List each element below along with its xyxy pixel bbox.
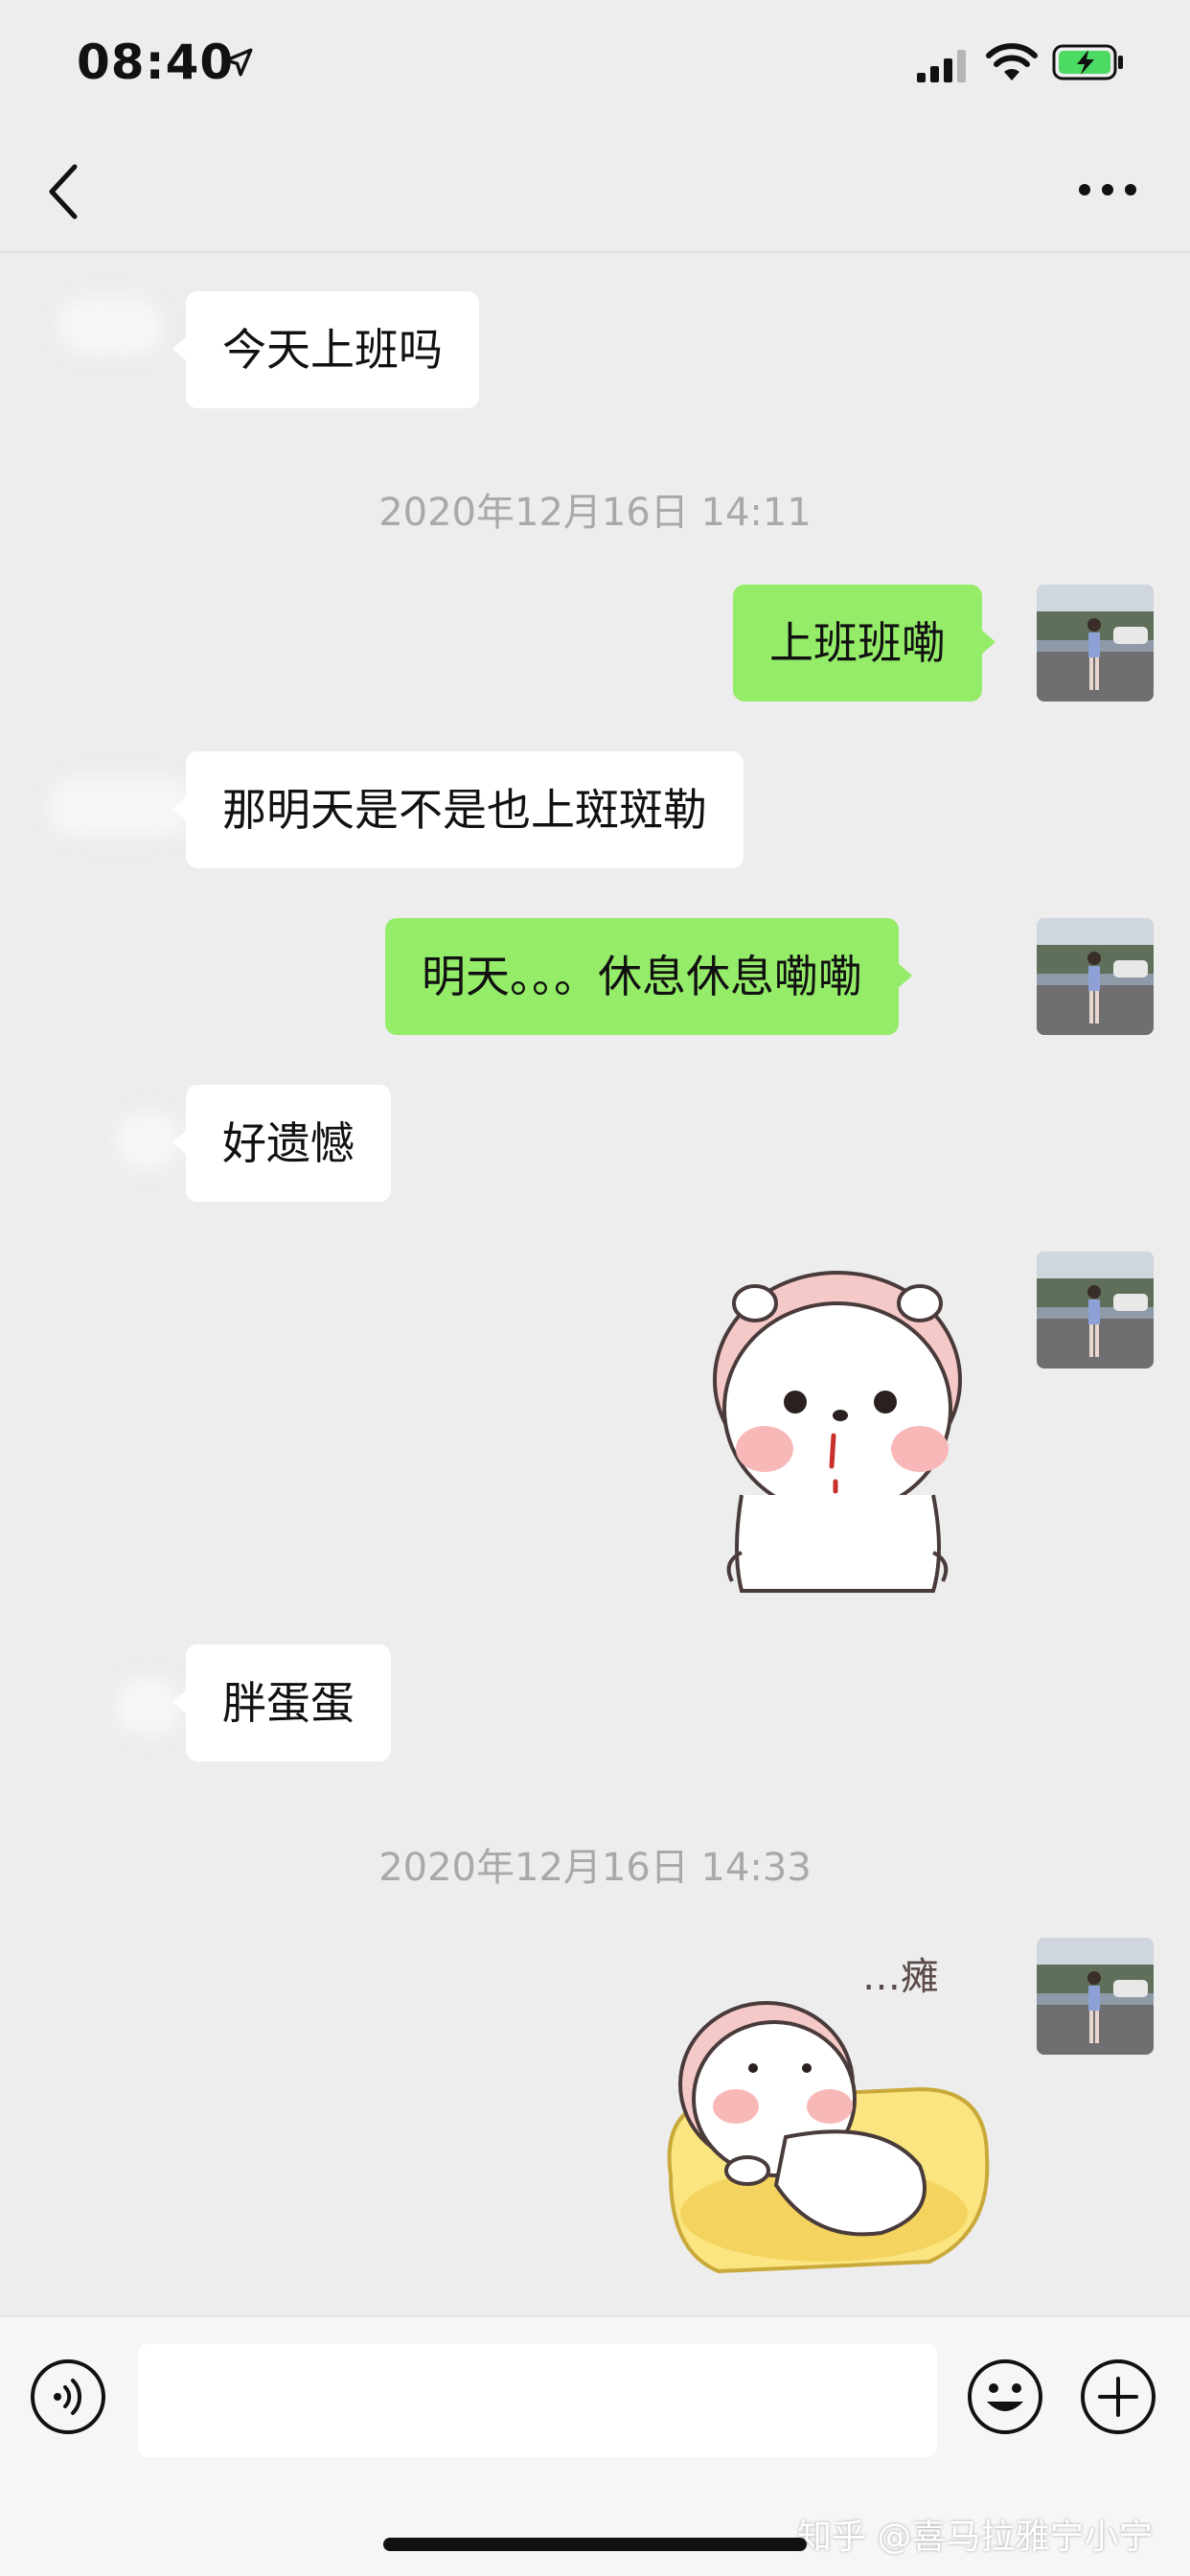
message-text: 胖蛋蛋 [222, 1677, 355, 1729]
sticker-art [667, 2001, 990, 2274]
message-text: 上班班嘞 [769, 617, 946, 669]
user-avatar[interactable] [1037, 1938, 1154, 2055]
message-input[interactable] [138, 2344, 937, 2457]
message-timestamp: 2020年12月16日 14:11 [378, 491, 812, 535]
voice-icon[interactable] [29, 2358, 107, 2436]
contact-avatar[interactable] [57, 297, 163, 355]
message-bubble[interactable]: 今天上班吗 [172, 291, 479, 408]
avatar-photo [1037, 918, 1154, 1035]
avatar-photo [1037, 1252, 1154, 1368]
message-bubble[interactable]: 明天。。。休息休息嘞嘞 [385, 918, 912, 1035]
location-arrow-icon [224, 48, 253, 77]
user-avatar[interactable] [1037, 585, 1154, 702]
emoji-icon[interactable] [966, 2358, 1044, 2436]
plus-icon[interactable] [1079, 2358, 1157, 2436]
message-text: 好遗憾 [222, 1117, 355, 1169]
message-bubble[interactable]: 上班班嘞 [733, 585, 995, 702]
user-avatar[interactable] [1037, 918, 1154, 1035]
cellular-signal-icon [917, 50, 966, 82]
message-timestamp: 2020年12月16日 14:33 [378, 1846, 812, 1890]
message-bubble[interactable]: 那明天是不是也上斑斑勒 [172, 751, 744, 868]
chevron-left-icon[interactable] [42, 161, 84, 222]
status-bar: 08:40 [0, 0, 1190, 126]
bear-lying-sticker[interactable]: …瘫 [661, 1945, 1006, 2281]
message-bubble[interactable]: 好遗憾 [172, 1085, 391, 1202]
wifi-icon [986, 43, 1038, 80]
avatar-photo [1037, 585, 1154, 702]
message-text: 明天。。。休息休息嘞嘞 [422, 951, 862, 1002]
battery-charging-icon [1052, 44, 1123, 80]
user-avatar[interactable] [1037, 1252, 1154, 1368]
avatar-photo [1037, 1938, 1154, 2055]
contact-avatar[interactable] [48, 778, 192, 836]
input-bar: 知乎 @喜马拉雅宁小宁 [0, 2315, 1190, 2576]
message-text: 今天上班吗 [222, 324, 443, 376]
bear-drooling-sticker[interactable] [694, 1265, 981, 1600]
nav-bar [0, 126, 1190, 253]
status-time: 08:40 [77, 34, 235, 90]
message-bubble[interactable]: 胖蛋蛋 [172, 1644, 391, 1761]
message-text: 那明天是不是也上斑斑勒 [222, 784, 707, 836]
watermark: 知乎 @喜马拉雅宁小宁 [797, 2518, 1154, 2557]
more-dots-icon[interactable] [1077, 180, 1138, 199]
home-indicator[interactable] [383, 2538, 807, 2551]
